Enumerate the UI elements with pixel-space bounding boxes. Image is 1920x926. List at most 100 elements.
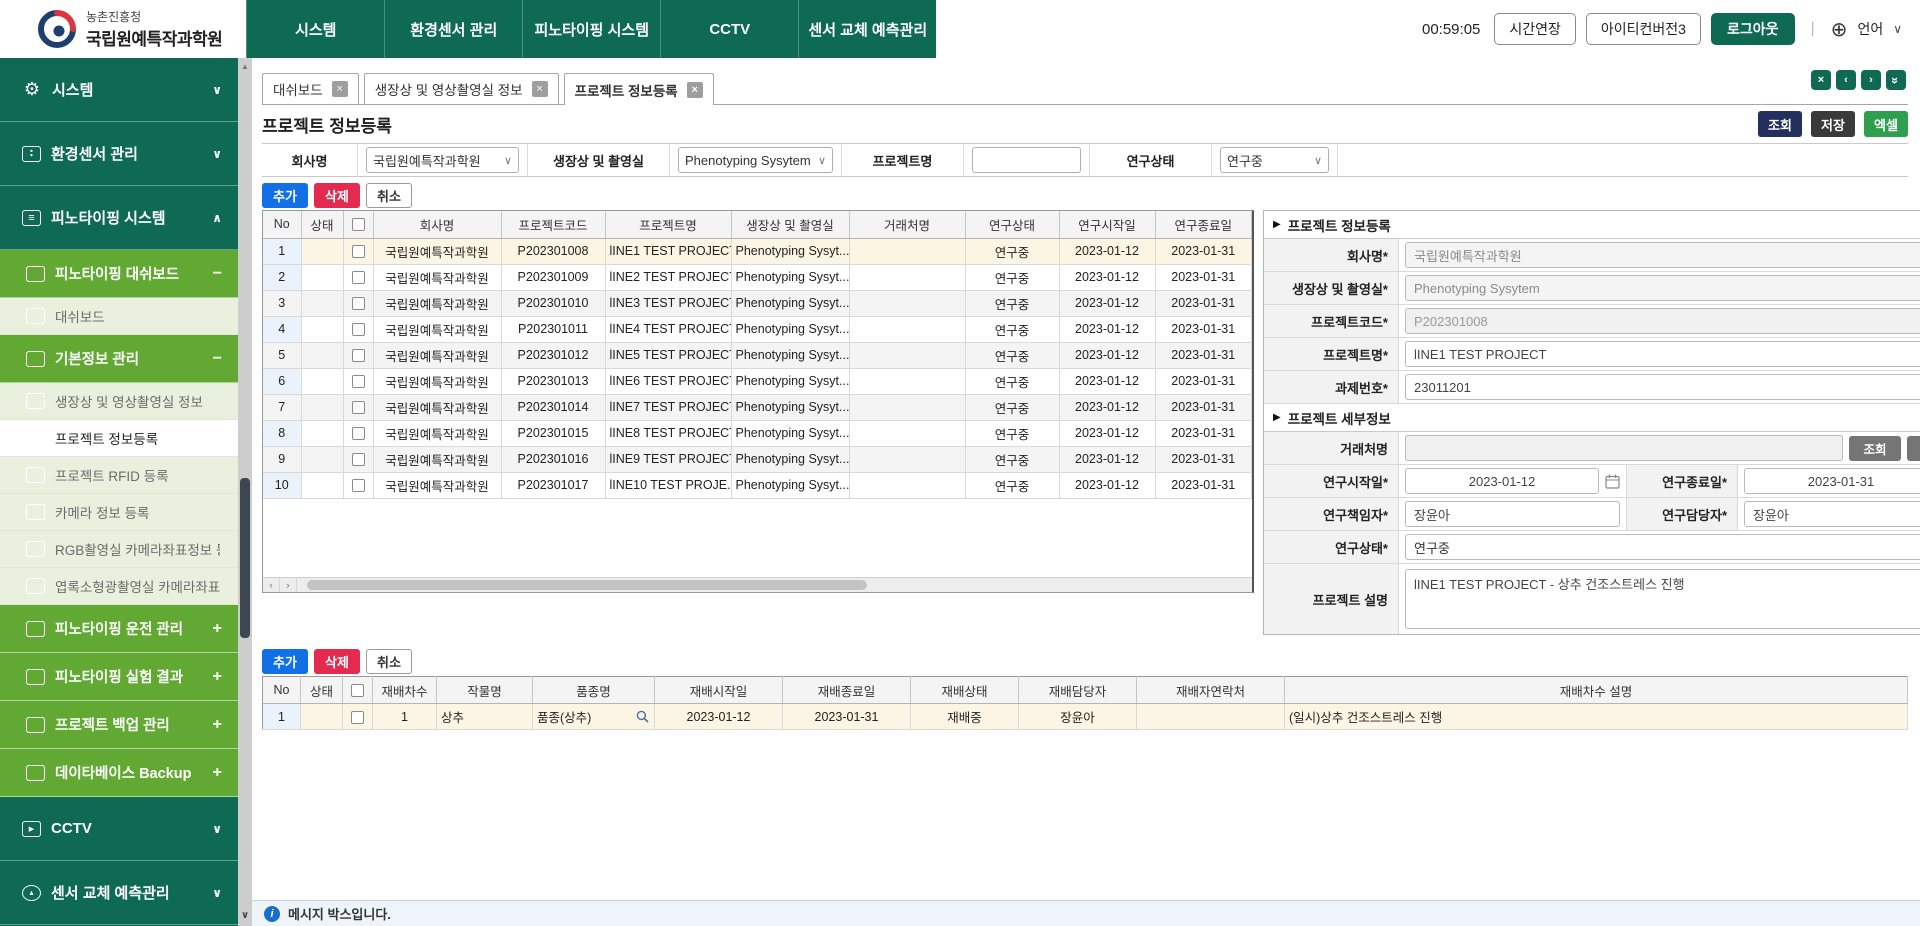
client-search-button[interactable]: 조회	[1849, 436, 1901, 461]
page-vertical-scrollbar[interactable]: ▲ ∨	[238, 58, 252, 926]
sidebar-item[interactable]: 프로젝트 정보등록	[0, 420, 238, 457]
global-nav-item[interactable]: 피노타이핑 시스템	[522, 0, 660, 58]
sidebar-item[interactable]: 피노타이핑 시스템	[0, 186, 238, 250]
tab-close-icon[interactable]: ×	[332, 81, 348, 97]
sidebar-item[interactable]: RGB촬영실 카메라좌표정보 등록	[0, 531, 238, 568]
research-start-input[interactable]	[1405, 468, 1599, 494]
table-row[interactable]: 3 국립원예특작과학원 P202301010 lINE3 TEST PROJEC…	[263, 290, 1252, 316]
search-icon[interactable]	[636, 710, 649, 723]
research-manager-input[interactable]	[1744, 501, 1920, 527]
search-button[interactable]: 조회	[1758, 111, 1802, 137]
chamber-select[interactable]: Phenotyping Sysytem ∨	[1405, 275, 1920, 301]
save-button[interactable]: 저장	[1811, 111, 1855, 137]
sidebar-item[interactable]: 엽록소형광촬영실 카메라좌표정보 등록	[0, 568, 238, 605]
tab-close-icon[interactable]: ×	[532, 81, 548, 97]
scroll-up-icon[interactable]: ▲	[238, 62, 252, 71]
sub-delete-button[interactable]: 삭제	[314, 649, 360, 674]
vertical-scrollbar-thumb[interactable]	[240, 478, 250, 638]
chevron-down-icon[interactable]: ∨	[1893, 22, 1902, 36]
sidebar-item[interactable]: 생장상 및 영상촬영실 정보	[0, 383, 238, 420]
project-desc-textarea[interactable]: lINE1 TEST PROJECT - 상추 건조스트레스 진행	[1405, 569, 1920, 629]
row-checkbox[interactable]	[352, 453, 365, 466]
sidebar-item[interactable]: 피노타이핑 대쉬보드	[0, 250, 238, 298]
project-filter-input[interactable]	[972, 147, 1081, 173]
column-header[interactable]	[343, 211, 373, 238]
global-nav-item[interactable]: CCTV	[660, 0, 798, 58]
table-row[interactable]: 1 1 상추 품종(상추) 2023-01-12 2023-01-31 재	[263, 704, 1908, 730]
sidebar-item[interactable]: 프로젝트 백업 관리	[0, 701, 238, 749]
row-checkbox[interactable]	[352, 479, 365, 492]
prev-tab-button[interactable]: ‹	[1836, 70, 1856, 90]
excel-button[interactable]: 엑셀	[1864, 111, 1908, 137]
sidebar-item[interactable]: 센서 교체 예측관리	[0, 861, 238, 925]
company-filter-select[interactable]: 국립원예특작과학원 ∨	[366, 147, 519, 173]
status-filter-select[interactable]: 연구중 ∨	[1220, 147, 1329, 173]
task-number-input[interactable]	[1405, 374, 1920, 400]
sub-add-button[interactable]: 추가	[262, 649, 308, 674]
sidebar-item[interactable]: 데이타베이스 Backup	[0, 749, 238, 797]
client-input[interactable]	[1405, 435, 1843, 461]
table-row[interactable]: 10 국립원예특작과학원 P202301017 lINE10 TEST PROJ…	[263, 472, 1252, 498]
global-nav-item[interactable]: 시스템	[246, 0, 384, 58]
sidebar-item[interactable]: 피노타이핑 운전 관리	[0, 605, 238, 653]
row-checkbox[interactable]	[351, 711, 364, 724]
user-button[interactable]: 아이티컨버전3	[1586, 13, 1701, 45]
add-button[interactable]: 추가	[262, 183, 308, 208]
column-header[interactable]	[343, 677, 373, 704]
company-select[interactable]: 국립원예특작과학원 ∨	[1405, 242, 1920, 268]
table-row[interactable]: 8 국립원예특작과학원 P202301015 lINE8 TEST PROJEC…	[263, 420, 1252, 446]
sidebar-item[interactable]: 피노타이핑 실험 결과	[0, 653, 238, 701]
sidebar-item[interactable]: 카메라 정보 등록	[0, 494, 238, 531]
horizontal-scrollbar-thumb[interactable]	[307, 580, 867, 590]
sidebar-item[interactable]: 대쉬보드	[0, 298, 238, 335]
row-checkbox[interactable]	[352, 375, 365, 388]
project-code-input[interactable]	[1405, 308, 1920, 334]
sidebar-item[interactable]: CCTV	[0, 797, 238, 861]
logout-button[interactable]: 로그아웃	[1711, 13, 1795, 45]
calendar-icon[interactable]	[1605, 474, 1620, 489]
research-status-select[interactable]: 연구중 ∨	[1405, 534, 1920, 560]
table-row[interactable]: 5 국립원예특작과학원 P202301012 lINE5 TEST PROJEC…	[263, 342, 1252, 368]
scroll-left-icon[interactable]: ‹	[263, 578, 280, 592]
scroll-right-icon[interactable]: ›	[280, 578, 297, 592]
row-checkbox[interactable]	[352, 297, 365, 310]
sub-cancel-button[interactable]: 취소	[366, 649, 412, 674]
row-checkbox[interactable]	[352, 349, 365, 362]
table-row[interactable]: 6 국립원예특작과학원 P202301013 lINE6 TEST PROJEC…	[263, 368, 1252, 394]
research-end-input[interactable]	[1744, 468, 1920, 494]
global-nav-item[interactable]: 센서 교체 예측관리	[798, 0, 936, 58]
language-selector[interactable]: 언어	[1857, 19, 1883, 39]
project-name-input[interactable]	[1405, 341, 1920, 367]
research-leader-input[interactable]	[1405, 501, 1620, 527]
extend-time-button[interactable]: 시간연장	[1494, 13, 1576, 45]
tab[interactable]: 대쉬보드 ×	[262, 73, 359, 104]
table-row[interactable]: 1 국립원예특작과학원 P202301008 lINE1 TEST PROJEC…	[263, 238, 1252, 264]
chamber-filter-select[interactable]: Phenotyping Sysytem ∨	[678, 147, 833, 173]
row-checkbox[interactable]	[352, 323, 365, 336]
table-row[interactable]: 2 국립원예특작과학원 P202301009 lINE2 TEST PROJEC…	[263, 264, 1252, 290]
global-nav-item[interactable]: 환경센서 관리	[384, 0, 522, 58]
table-row[interactable]: 4 국립원예특작과학원 P202301011 lINE4 TEST PROJEC…	[263, 316, 1252, 342]
sidebar-item[interactable]: 프로젝트 RFID 등록	[0, 457, 238, 494]
sidebar-item[interactable]: 환경센서 관리	[0, 122, 238, 186]
client-clear-button[interactable]: X	[1907, 436, 1920, 461]
row-checkbox[interactable]	[352, 271, 365, 284]
tab-close-icon[interactable]: ×	[687, 82, 703, 98]
row-checkbox[interactable]	[352, 401, 365, 414]
scroll-down-icon[interactable]: ∨	[238, 910, 252, 921]
tab[interactable]: 프로젝트 정보등록 ×	[564, 73, 714, 105]
row-checkbox[interactable]	[352, 427, 365, 440]
select-all-checkbox[interactable]	[351, 684, 364, 697]
tab[interactable]: 생장상 및 영상촬영실 정보 ×	[364, 73, 559, 104]
table-row[interactable]: 7 국립원예특작과학원 P202301014 lINE7 TEST PROJEC…	[263, 394, 1252, 420]
select-all-checkbox[interactable]	[352, 218, 365, 231]
delete-button[interactable]: 삭제	[314, 183, 360, 208]
row-checkbox[interactable]	[352, 245, 365, 258]
table-row[interactable]: 9 국립원예특작과학원 P202301016 lINE9 TEST PROJEC…	[263, 446, 1252, 472]
cancel-button[interactable]: 취소	[366, 183, 412, 208]
sidebar-item[interactable]: 기본정보 관리	[0, 335, 238, 383]
sidebar-item[interactable]: 시스템	[0, 58, 238, 122]
close-all-tabs-button[interactable]: ×	[1811, 70, 1831, 90]
next-tab-button[interactable]: ›	[1861, 70, 1881, 90]
grid-horizontal-scrollbar[interactable]: ‹ ›	[263, 577, 1252, 592]
